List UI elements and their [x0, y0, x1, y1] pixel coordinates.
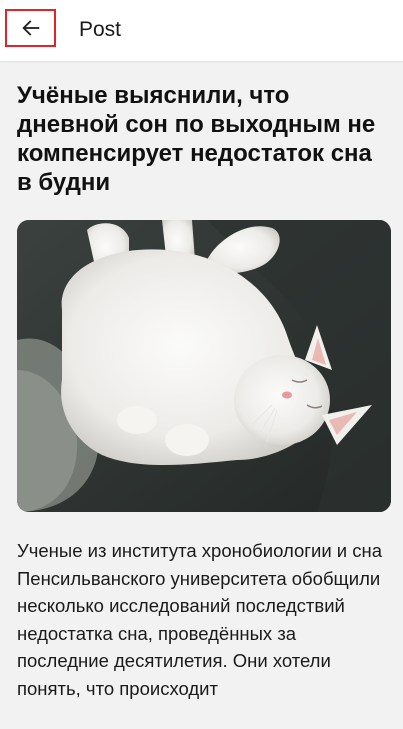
article-body: Ученые из института хронобиологии и сна … — [17, 540, 383, 699]
post-content[interactable]: Учёные выяснили, что дневной сон по выхо… — [0, 61, 403, 729]
app-bar: Post — [0, 0, 403, 61]
arrow-left-icon — [21, 20, 39, 36]
back-button[interactable] — [5, 9, 56, 47]
page-title: Post — [79, 18, 122, 41]
article-headline: Учёные выяснили, что дневной сон по выхо… — [17, 82, 376, 196]
article-image — [17, 220, 391, 512]
